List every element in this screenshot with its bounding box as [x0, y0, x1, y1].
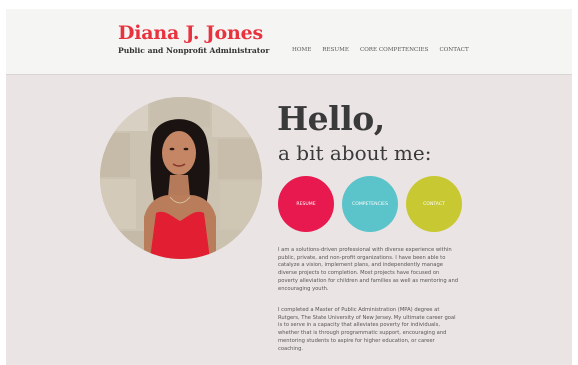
contact-button-label: CONTACT	[423, 201, 445, 207]
bio-paragraph-2: I completed a Master of Public Administr…	[278, 307, 456, 352]
site-header: Diana J. Jones Public and Nonprofit Admi…	[6, 9, 572, 75]
profile-photo-image	[100, 97, 262, 259]
bio-paragraph-1: I am a solutions-driven professional wit…	[278, 247, 459, 292]
hero-subheading: a bit about me:	[278, 141, 432, 165]
hero-greeting: Hello,	[277, 99, 385, 138]
main-nav: HOME RESUME CORE COMPETENCIES CONTACT	[292, 47, 480, 53]
resume-button-label: RESUME	[296, 201, 316, 207]
nav-item-core-competencies[interactable]: CORE COMPETENCIES	[360, 47, 429, 53]
nav-item-contact[interactable]: CONTACT	[439, 47, 468, 53]
competencies-button[interactable]: COMPETENCIES	[342, 176, 398, 232]
profile-photo	[100, 97, 262, 259]
site-subtitle: Public and Nonprofit Administrator	[118, 46, 270, 55]
competencies-button-label: COMPETENCIES	[352, 201, 388, 207]
nav-item-home[interactable]: HOME	[292, 47, 311, 53]
nav-item-resume[interactable]: RESUME	[322, 47, 349, 53]
page: Diana J. Jones Public and Nonprofit Admi…	[6, 9, 572, 365]
site-name[interactable]: Diana J. Jones	[118, 22, 263, 44]
resume-button[interactable]: RESUME	[278, 176, 334, 232]
contact-button[interactable]: CONTACT	[406, 176, 462, 232]
